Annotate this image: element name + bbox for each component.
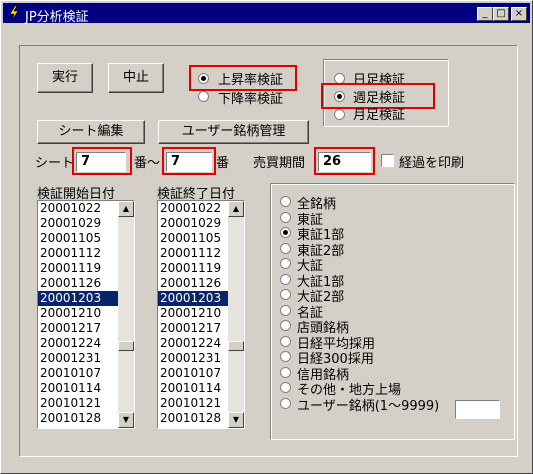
sheet-end-label: 番 [216, 156, 230, 171]
market-radio[interactable] [280, 227, 291, 238]
run-button[interactable]: 実行 [37, 63, 93, 93]
period-radio-weekly[interactable] [334, 91, 345, 102]
mode-label-rise: 上昇率検証 [218, 73, 284, 88]
scroll-down-icon[interactable]: ▼ [228, 412, 244, 428]
stop-button[interactable]: 中止 [108, 63, 164, 93]
window-title: JP分析検証 [25, 10, 89, 25]
market-radio[interactable] [280, 320, 291, 331]
minimize-button[interactable]: _ [477, 7, 493, 21]
period-label-monthly: 月足検証 [353, 108, 406, 123]
end-date-list[interactable]: 20001022 20001029 20001105 20001112 20001119… [157, 200, 245, 429]
title-bar[interactable]: JP分析検証 _ □ × [3, 3, 530, 25]
market-radio[interactable] [280, 366, 291, 378]
market-radio[interactable] [280, 242, 291, 254]
market-radio[interactable] [280, 397, 291, 409]
sheet-to-input[interactable]: 7 [166, 152, 212, 172]
scroll-down-icon[interactable]: ▼ [118, 412, 134, 428]
market-radio[interactable] [280, 196, 291, 207]
scroll-thumb[interactable] [118, 341, 134, 351]
print-progress-checkbox[interactable] [381, 154, 394, 167]
market-radio[interactable] [280, 273, 291, 285]
lightning-icon [9, 5, 19, 21]
sheet-label: シート [35, 156, 75, 171]
mode-label-fall: 下降率検証 [218, 92, 284, 107]
end-scrollbar[interactable]: ▲ ▼ [228, 201, 244, 428]
app-window: JP分析検証 _ □ × 実行 中止 上昇率検証 下降率検証 日足検証 週足検証… [0, 0, 533, 474]
user-stock-code-input[interactable] [455, 400, 500, 419]
market-radio[interactable] [280, 335, 291, 347]
market-option-label: ユーザー銘柄(1～9999) [297, 398, 440, 414]
sheet-from-input[interactable]: 7 [76, 152, 126, 172]
close-button[interactable]: × [511, 7, 527, 21]
trade-period-label: 売買期間 [253, 156, 306, 171]
maximize-button[interactable]: □ [493, 7, 509, 21]
market-radio[interactable] [280, 382, 291, 393]
scroll-up-icon[interactable]: ▲ [228, 201, 244, 217]
trade-period-input[interactable]: 26 [318, 152, 371, 172]
start-scrollbar[interactable]: ▲ ▼ [118, 201, 134, 428]
market-radio[interactable] [280, 351, 291, 362]
user-stock-button[interactable]: ユーザー銘柄管理 [158, 120, 309, 144]
market-radio[interactable] [280, 258, 291, 269]
market-radio[interactable] [280, 211, 291, 223]
start-date-list[interactable]: 20001022 20001029 20001105 20001112 20001119… [37, 200, 135, 429]
print-progress-label: 経過を印刷 [399, 156, 465, 171]
scroll-up-icon[interactable]: ▲ [118, 201, 134, 217]
sheet-mid-label: 番～ [134, 156, 161, 171]
market-radio[interactable] [280, 304, 291, 316]
sheet-edit-button[interactable]: シート編集 [37, 120, 145, 144]
market-radio[interactable] [280, 289, 291, 300]
mode-radio-rise[interactable] [198, 73, 209, 84]
scroll-thumb[interactable] [228, 341, 244, 351]
period-radio-monthly[interactable] [334, 109, 345, 120]
mode-radio-fall[interactable] [198, 91, 209, 102]
